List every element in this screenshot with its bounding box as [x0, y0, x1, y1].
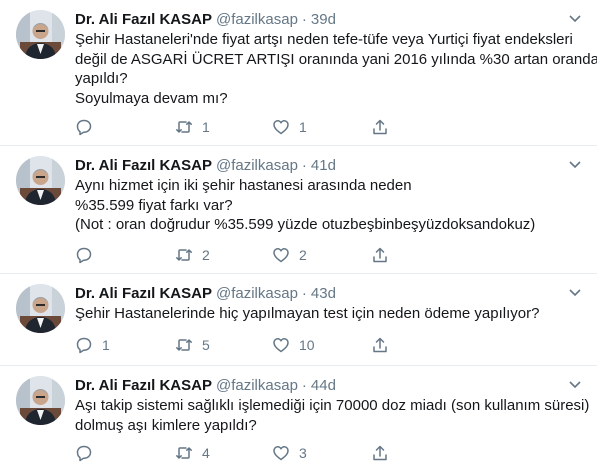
author-handle[interactable]: @fazilkasap — [216, 377, 298, 394]
like-count: 2 — [299, 247, 307, 263]
heart-icon — [273, 120, 289, 135]
tweet-text: Aşı takip sistemi sağlıklı işlemediği iç… — [75, 396, 590, 435]
tweet[interactable]: Dr. Ali Fazıl KASAP @fazilkasap · 41d Ay… — [0, 146, 597, 274]
chevron-down-icon[interactable] — [567, 11, 583, 27]
author-handle[interactable]: @fazilkasap — [216, 157, 298, 174]
heart-icon — [273, 338, 289, 353]
retweet-button[interactable]: 2 — [175, 245, 210, 265]
tweet-text-line: Şehir Hastanelerinde hiç yapılmayan test… — [75, 305, 540, 322]
tweet-header: Dr. Ali Fazıl KASAP @fazilkasap · 43d — [75, 283, 583, 303]
tweet-timestamp[interactable]: 44d — [311, 377, 336, 394]
avatar[interactable] — [16, 156, 65, 205]
reply-count: 1 — [102, 337, 110, 353]
tweet[interactable]: Dr. Ali Fazıl KASAP @fazilkasap · 44d Aş… — [0, 366, 597, 469]
retweet-button[interactable]: 1 — [175, 117, 210, 137]
avatar[interactable] — [16, 376, 65, 425]
tweet-text: Şehir Hastaneleri'nde fiyat artşı neden … — [75, 30, 597, 108]
avatar[interactable] — [16, 284, 65, 333]
like-button[interactable]: 1 — [272, 117, 307, 137]
retweet-icon — [176, 249, 192, 261]
tweet-text-line: (Not : oran doğrudur %35.599 yüzde otuzb… — [75, 216, 536, 234]
separator-dot: · — [301, 10, 307, 28]
tweet-header: Dr. Ali Fazıl KASAP @fazilkasap · 44d — [75, 375, 583, 395]
chevron-down-icon[interactable] — [567, 157, 583, 173]
retweet-button[interactable]: 5 — [175, 335, 210, 355]
separator-dot: · — [301, 376, 307, 394]
tweet[interactable]: Dr. Ali Fazıl KASAP @fazilkasap · 39d Şe… — [0, 0, 597, 146]
retweet-count: 2 — [202, 247, 210, 263]
tweet-actions: 4 3 — [75, 443, 395, 463]
like-button[interactable]: 3 — [272, 443, 307, 463]
separator-dot: · — [301, 156, 307, 174]
like-button[interactable]: 2 — [272, 245, 307, 265]
tweet-text-line: Soyulmaya devam mı? — [75, 89, 228, 107]
tweet-feed: Dr. Ali Fazıl KASAP @fazilkasap · 39d Şe… — [0, 0, 597, 469]
like-count: 1 — [299, 119, 307, 135]
reply-icon — [76, 337, 92, 354]
chevron-down-icon[interactable] — [567, 377, 583, 393]
author-handle[interactable]: @fazilkasap — [216, 11, 298, 28]
heart-icon — [273, 446, 289, 461]
retweet-count: 5 — [202, 337, 210, 353]
tweet-text-line: %35.599 fiyat farkı var? — [75, 196, 233, 214]
avatar[interactable] — [16, 10, 65, 59]
tweet-text: Şehir Hastanelerinde hiç yapılmayan test… — [75, 304, 583, 324]
tweet-text-line: değil de ASGARİ ÜCRET ARTIŞI oranında ya… — [75, 50, 597, 68]
share-button[interactable] — [371, 117, 389, 137]
share-icon — [373, 337, 387, 353]
separator-dot: · — [301, 284, 307, 302]
share-button[interactable] — [371, 443, 389, 463]
tweet-text: Aynı hizmet için iki şehir hastanesi ara… — [75, 176, 583, 235]
like-count: 3 — [299, 445, 307, 461]
tweet-actions: 1 1 — [75, 117, 395, 137]
retweet-count: 1 — [202, 119, 210, 135]
author-handle[interactable]: @fazilkasap — [216, 285, 298, 302]
tweet-actions: 2 2 — [75, 245, 395, 265]
author-name[interactable]: Dr. Ali Fazıl KASAP — [75, 285, 212, 302]
like-button[interactable]: 10 — [272, 335, 315, 355]
share-icon — [373, 445, 387, 461]
share-icon — [373, 247, 387, 263]
tweet-text-line: Aynı hizmet için iki şehir hastanesi ara… — [75, 177, 412, 194]
reply-icon — [76, 247, 92, 264]
retweet-count: 4 — [202, 445, 210, 461]
reply-button[interactable] — [75, 245, 102, 265]
reply-icon — [76, 119, 92, 136]
tweet[interactable]: Dr. Ali Fazıl KASAP @fazilkasap · 43d Şe… — [0, 274, 597, 366]
reply-button[interactable]: 1 — [75, 335, 110, 355]
tweet-header: Dr. Ali Fazıl KASAP @fazilkasap · 39d — [75, 9, 583, 29]
tweet-text-line: yapıldı? — [75, 70, 128, 88]
tweet-text-line: Aşı takip sistemi sağlıklı işlemediği iç… — [75, 397, 590, 414]
tweet-header: Dr. Ali Fazıl KASAP @fazilkasap · 41d — [75, 155, 583, 175]
share-button[interactable] — [371, 245, 389, 265]
retweet-icon — [176, 447, 192, 459]
reply-button[interactable] — [75, 443, 102, 463]
chevron-down-icon[interactable] — [567, 285, 583, 301]
tweet-timestamp[interactable]: 41d — [311, 157, 336, 174]
retweet-button[interactable]: 4 — [175, 443, 210, 463]
author-name[interactable]: Dr. Ali Fazıl KASAP — [75, 377, 212, 394]
retweet-icon — [176, 121, 192, 133]
like-count: 10 — [299, 337, 315, 353]
tweet-text-line: Şehir Hastaneleri'nde fiyat artşı neden … — [75, 31, 573, 48]
reply-button[interactable] — [75, 117, 102, 137]
tweet-actions: 1 5 10 — [75, 335, 395, 355]
tweet-timestamp[interactable]: 39d — [311, 11, 336, 28]
tweet-timestamp[interactable]: 43d — [311, 285, 336, 302]
share-button[interactable] — [371, 335, 389, 355]
tweet-text-line: dolmuş aşı kimlere yapıldı? — [75, 416, 257, 434]
author-name[interactable]: Dr. Ali Fazıl KASAP — [75, 11, 212, 28]
author-name[interactable]: Dr. Ali Fazıl KASAP — [75, 157, 212, 174]
share-icon — [373, 119, 387, 135]
retweet-icon — [176, 339, 192, 351]
reply-icon — [76, 445, 92, 462]
heart-icon — [273, 248, 289, 263]
